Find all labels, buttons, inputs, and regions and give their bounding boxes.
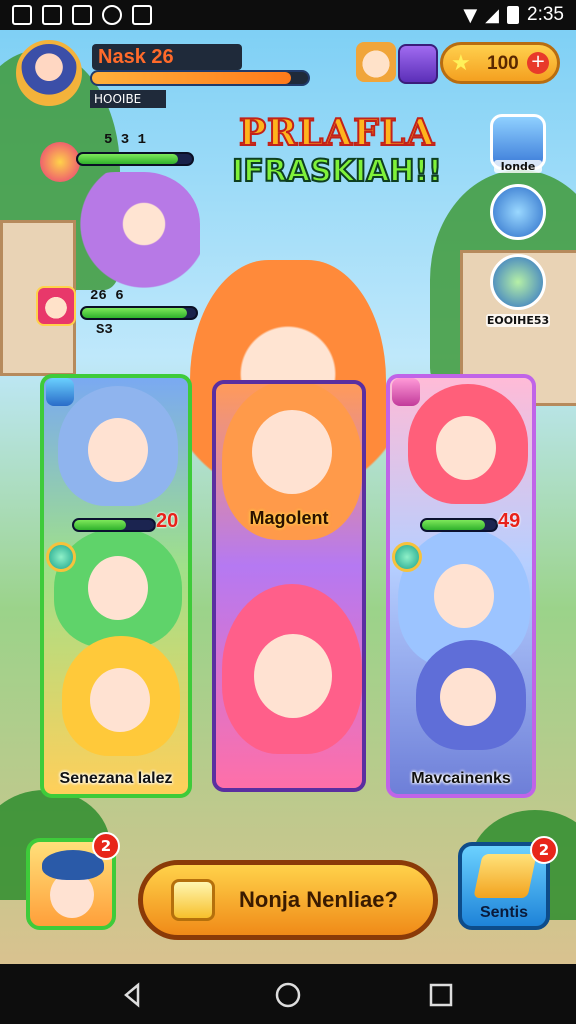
- xp-bar-fill: [92, 72, 291, 84]
- notification-icons: [12, 5, 152, 25]
- character-face: [440, 668, 496, 726]
- character-face: [254, 634, 332, 718]
- crystal-icon: [46, 378, 74, 406]
- back-icon[interactable]: [120, 982, 146, 1008]
- card-hp-bar: [420, 518, 498, 532]
- mage-girl-artwork: [60, 172, 200, 302]
- status-bar: ▼ ◢ 2:35: [0, 0, 576, 30]
- logo-line-2: IFRASKIAH!!: [231, 153, 443, 190]
- hp-bar: [76, 152, 194, 166]
- system-navigation-bar: [0, 964, 576, 1024]
- notification-badge: 2: [92, 832, 120, 860]
- shop-button-label: Sentis: [479, 904, 528, 921]
- stat-text: S3: [96, 322, 113, 338]
- notification-icon: [102, 5, 122, 25]
- heart-gem-icon: [392, 378, 420, 406]
- add-coins-button[interactable]: +: [527, 52, 549, 74]
- summon-icon: [171, 879, 215, 921]
- logo-line-1: PRLAFLA: [238, 111, 436, 155]
- coin-counter[interactable]: ★ 100 +: [440, 42, 560, 84]
- card-value: 49: [498, 510, 521, 532]
- notification-icon: [12, 5, 32, 25]
- card-hp-bar: [72, 518, 156, 532]
- notification-icon: [42, 5, 62, 25]
- potion-icon[interactable]: [398, 44, 438, 84]
- notification-badge: 2: [530, 836, 558, 864]
- hp-bar-fill: [422, 520, 485, 530]
- hp-bar: [80, 306, 198, 320]
- character-face: [88, 418, 148, 482]
- hp-bar-fill: [82, 308, 187, 318]
- signal-icon: ◢: [485, 4, 500, 26]
- battery-icon: [507, 6, 520, 24]
- coin-amount: 100: [487, 53, 519, 74]
- character-card-center[interactable]: [212, 380, 366, 792]
- hp-bar-fill: [78, 154, 179, 164]
- gem-icon: [46, 542, 76, 572]
- stat-text: 5 3 1: [104, 132, 147, 148]
- character-face: [434, 564, 494, 628]
- companion-avatar[interactable]: [36, 286, 76, 326]
- character-face: [436, 416, 496, 480]
- play-button-label: Nonja Nenliae?: [239, 887, 398, 912]
- home-icon[interactable]: [275, 982, 301, 1008]
- character-face: [252, 410, 332, 494]
- character-card-right[interactable]: Mavcainenks: [386, 374, 536, 798]
- hp-bar-fill: [74, 520, 126, 530]
- wifi-icon: ▼: [463, 4, 478, 26]
- character-face: [90, 668, 150, 732]
- featured-character-name: Magolent: [249, 508, 329, 528]
- card-value: 20: [156, 510, 179, 532]
- player-name: Nask 26: [92, 44, 242, 70]
- player-avatar[interactable]: [16, 40, 82, 106]
- side-menu-label: EOOIHE53: [486, 314, 550, 327]
- card-name: Senezana lalez: [59, 770, 173, 787]
- character-card-left[interactable]: Senezana lalez: [40, 374, 192, 798]
- clock: 2:35: [527, 4, 564, 25]
- play-button[interactable]: Nonja Nenliae?: [138, 860, 438, 940]
- sword-badge-icon[interactable]: [40, 142, 80, 182]
- gold-ingot-icon: [473, 854, 537, 898]
- player-title: HOOIBE: [90, 90, 166, 108]
- xp-bar: [90, 70, 310, 86]
- character-face: [88, 556, 148, 620]
- side-menu-compass-button[interactable]: [490, 184, 546, 240]
- stat-text: 26 6: [90, 288, 124, 304]
- notification-icon: [132, 5, 152, 25]
- card-name: Mavcainenks: [411, 770, 511, 787]
- character-face-icon[interactable]: [356, 42, 396, 82]
- star-icon: ★: [451, 51, 471, 76]
- game-logo: PRLAFLA IFRASKIAH!!: [228, 111, 446, 202]
- side-menu-ticket-button[interactable]: [490, 254, 546, 310]
- side-menu-label: Ionde: [494, 160, 542, 173]
- notification-icon: [72, 5, 92, 25]
- recents-icon[interactable]: [428, 982, 454, 1008]
- gem-icon: [392, 542, 422, 572]
